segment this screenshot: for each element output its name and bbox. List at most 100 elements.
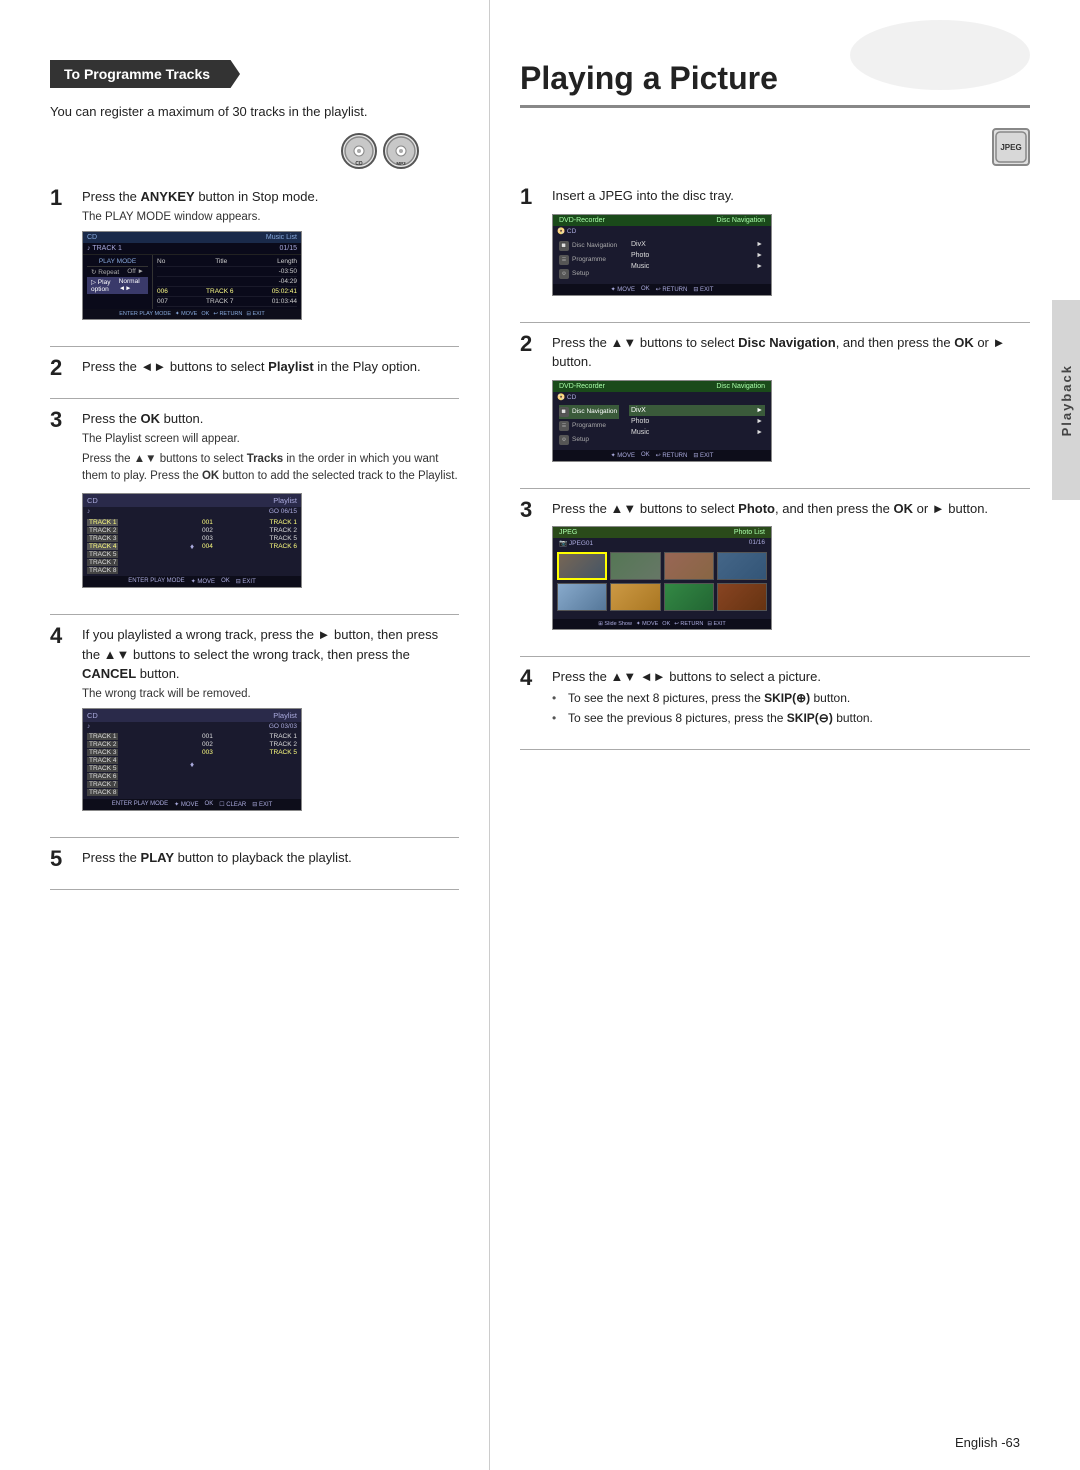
right-step-1: 1 Insert a JPEG into the disc tray. DVD-… xyxy=(520,186,1030,304)
nav-item-disc-2: 🔲Disc Navigation xyxy=(559,405,619,419)
playlist-screen-1: CD Playlist ♪GO 06/15 TRACK 1 TRACK 2 TR… xyxy=(82,493,302,588)
step-4-number: 4 xyxy=(50,625,72,647)
svg-text:MP3: MP3 xyxy=(396,161,406,166)
photo-cell-3 xyxy=(664,552,714,580)
nav-item-prog-2: ☰Programme xyxy=(559,419,619,433)
pl-row-7: TRACK 8 xyxy=(87,566,182,574)
pm-row-2: -03:50 xyxy=(157,267,297,277)
right-step-3: 3 Press the ▲▼ buttons to select Photo, … xyxy=(520,499,1030,639)
divider-5 xyxy=(50,889,459,890)
dvd-nav-2: 🔲Disc Navigation ☰Programme ⚙Setup xyxy=(559,405,619,447)
step-5: 5 Press the PLAY button to playback the … xyxy=(50,848,459,872)
pl-row-r4: 004TRACK 6 xyxy=(202,542,297,550)
step-4: 4 If you playlisted a wrong track, press… xyxy=(50,625,459,819)
right-step-1-title: Insert a JPEG into the disc tray. xyxy=(552,186,1030,206)
nav-item-prog: ☰Programme xyxy=(559,253,619,267)
right-divider-1 xyxy=(520,322,1030,323)
right-step-1-number: 1 xyxy=(520,186,542,208)
pl2-row-6: TRACK 6 xyxy=(87,773,182,781)
playlist-header-2: CD Playlist xyxy=(83,709,301,722)
pl2-row-r1: 001TRACK 1 xyxy=(202,733,297,741)
step-1-content: Press the ANYKEY button in Stop mode. Th… xyxy=(82,187,459,328)
playlist-col-right-2: 001TRACK 1 002TRACK 2 003TRACK 5 xyxy=(202,733,297,797)
dvd-row-divx-2: DivX► xyxy=(629,405,765,416)
step-1-number: 1 xyxy=(50,187,72,209)
nav-item-setup-2: ⚙Setup xyxy=(559,433,619,447)
step-2-title: Press the ◄► buttons to select Playlist … xyxy=(82,357,459,377)
pl-row-5: TRACK 5 xyxy=(87,550,182,558)
bullet-2-text: To see the previous 8 pictures, press th… xyxy=(568,711,873,725)
photo-cell-4 xyxy=(717,552,767,580)
divider-1 xyxy=(50,346,459,347)
right-step-2: 2 Press the ▲▼ buttons to select Disc Na… xyxy=(520,333,1030,470)
dvd-body-1: 🔲Disc Navigation ☰Programme ⚙Setup DivX► xyxy=(553,236,771,284)
jpeg-footer: ⊞ Slide Show ✦ MOVE OK ↩ RETURN ⊟ EXIT xyxy=(553,619,771,629)
step-2-number: 2 xyxy=(50,357,72,379)
playlist-footer-2: ENTER PLAY MODE ✦ MOVE OK ☐ CLEAR ⊟ EXIT xyxy=(83,799,301,810)
pm-opt-play: ▷ Play optionNormal ◄► xyxy=(87,277,148,294)
jpeg-header: JPEG Photo List xyxy=(553,527,771,538)
step-3: 3 Press the OK button. The Playlist scre… xyxy=(50,409,459,596)
playlist-header-1: CD Playlist xyxy=(83,494,301,507)
pl-row-2: TRACK 2 xyxy=(87,526,182,534)
pm-row-3: -04:29 xyxy=(157,277,297,287)
dvd-nav-1: 🔲Disc Navigation ☰Programme ⚙Setup xyxy=(559,239,619,281)
nav-item-setup: ⚙Setup xyxy=(559,267,619,281)
right-divider-3 xyxy=(520,656,1030,657)
step-2-content: Press the ◄► buttons to select Playlist … xyxy=(82,357,459,381)
step-3-number: 3 xyxy=(50,409,72,431)
dvd-row-music: Music► xyxy=(629,261,765,272)
divider-3 xyxy=(50,614,459,615)
photo-cell-6 xyxy=(610,583,660,611)
left-column: To Programme Tracks You can register a m… xyxy=(0,0,490,1470)
dvd-header-1: DVD-Recorder Disc Navigation xyxy=(553,215,771,226)
intro-text: You can register a maximum of 30 tracks … xyxy=(50,104,459,119)
right-step-2-content: Press the ▲▼ buttons to select Disc Navi… xyxy=(552,333,1030,470)
svg-text:CD: CD xyxy=(355,161,363,167)
dvd-row-photo-2: Photo► xyxy=(629,416,765,427)
step-5-title: Press the PLAY button to playback the pl… xyxy=(82,848,459,868)
page-number: English -63 xyxy=(955,1435,1020,1450)
pl2-row-8: TRACK 8 xyxy=(87,789,182,797)
step-2: 2 Press the ◄► buttons to select Playlis… xyxy=(50,357,459,381)
step-3-title: Press the OK button. xyxy=(82,409,459,429)
dvd-content-2: DivX► Photo► Music► xyxy=(629,405,765,447)
pm-right: NoTitleLength -03:50 -04:29 006TRACK 605… xyxy=(153,255,301,309)
dvd-footer-2: ✦ MOVE OK ↩ RETURN ⊟ EXIT xyxy=(553,450,771,461)
right-step-3-number: 3 xyxy=(520,499,542,521)
pl-row-1: TRACK 1 xyxy=(87,518,182,526)
step-3-sub: The Playlist screen will appear. xyxy=(82,433,459,445)
step-1-title: Press the ANYKEY button in Stop mode. xyxy=(82,187,459,207)
pl-row-r1: 001TRACK 1 xyxy=(202,518,297,526)
pl-row-r3: 003TRACK 5 xyxy=(202,534,297,542)
pm-row-4: 006TRACK 605:02:41 xyxy=(157,287,297,297)
dvd-body-2: 🔲Disc Navigation ☰Programme ⚙Setup DivX► xyxy=(553,402,771,450)
dvd-row-music-2: Music► xyxy=(629,427,765,438)
pm-left: PLAY MODE ↻ RepeatOff ► ▷ Play optionNor… xyxy=(83,255,153,309)
photo-cell-5 xyxy=(557,583,607,611)
mp3-icon: MP3 xyxy=(383,133,419,169)
dvd-content-1: DivX► Photo► Music► xyxy=(629,239,765,281)
play-mode-screen: CD Music List ♪ TRACK 1 01/15 PLAY MODE … xyxy=(82,231,302,320)
playlist-screen-2: CD Playlist ♪GO 03/03 TRACK 1 TRACK 2 TR… xyxy=(82,708,302,811)
photo-cell-1 xyxy=(557,552,607,580)
pm-cols: PLAY MODE ↻ RepeatOff ► ▷ Play optionNor… xyxy=(83,255,301,309)
jpeg-screen: JPEG Photo List 📷 JPEG01 01/16 xyxy=(552,526,772,630)
divider-2 xyxy=(50,398,459,399)
nav-item-disc: 🔲Disc Navigation xyxy=(559,239,619,253)
pl2-row-r2: 002TRACK 2 xyxy=(202,741,297,749)
cd-icon: CD xyxy=(341,133,377,169)
jpeg-body xyxy=(553,548,771,619)
right-step-4-content: Press the ▲▼ ◄► buttons to select a pict… xyxy=(552,667,1030,731)
step-1-sub: The PLAY MODE window appears. xyxy=(82,211,459,223)
right-step-1-content: Insert a JPEG into the disc tray. DVD-Re… xyxy=(552,186,1030,304)
dvd-screen-1: DVD-Recorder Disc Navigation 📀 CD 🔲Disc … xyxy=(552,214,772,296)
pl2-row-2: TRACK 2 xyxy=(87,741,182,749)
step-5-content: Press the PLAY button to playback the pl… xyxy=(82,848,459,872)
svg-text:JPEG: JPEG xyxy=(1000,143,1021,152)
pl2-row-3: TRACK 3 xyxy=(87,749,182,757)
step-4-title: If you playlisted a wrong track, press t… xyxy=(82,625,459,684)
right-divider-4 xyxy=(520,749,1030,750)
right-step-4-number: 4 xyxy=(520,667,542,689)
photo-cell-8 xyxy=(717,583,767,611)
